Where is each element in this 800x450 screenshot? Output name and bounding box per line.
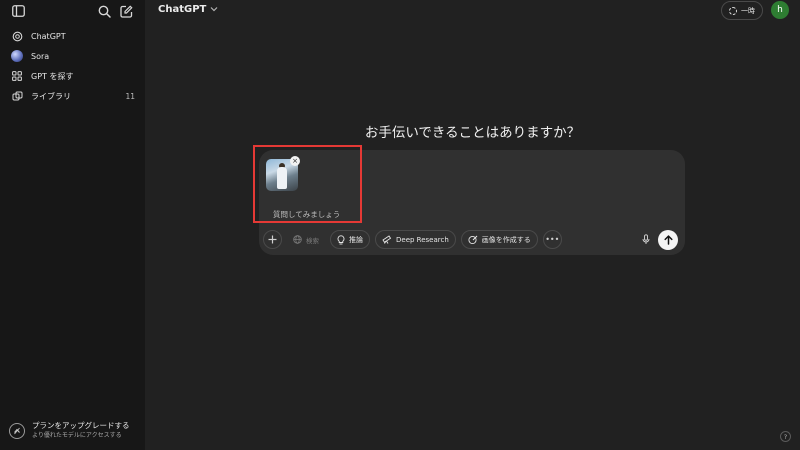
composer-toolbar: 検索 推論 Deep Research 画像を作成する ••• (263, 230, 562, 249)
upgrade-subtitle: より優れたモデルにアクセスする (32, 432, 122, 439)
microphone-icon (642, 234, 649, 244)
new-chat-icon[interactable] (117, 2, 135, 20)
create-image-button[interactable]: 画像を作成する (460, 230, 538, 249)
temporary-chat-icon (729, 6, 737, 15)
search-icon[interactable] (95, 2, 113, 20)
sidebar-top (0, 0, 145, 22)
help-button[interactable]: ? (780, 431, 791, 442)
image-brush-icon (468, 235, 478, 245)
sora-icon (10, 49, 24, 63)
library-icon (10, 89, 24, 103)
sidebar-item-chatgpt[interactable]: ChatGPT (0, 26, 145, 46)
upgrade-plan-button[interactable]: プランをアップグレードする より優れたモデルにアクセスする (9, 421, 130, 440)
more-tools-button[interactable]: ••• (542, 230, 562, 249)
chevron-down-icon (210, 5, 218, 15)
sidebar-item-label: ChatGPT (31, 31, 66, 41)
page-title: お手伝いできることはありますか？ (364, 125, 581, 141)
send-button[interactable] (658, 230, 678, 250)
sidebar-item-library[interactable]: ライブラリ 11 (0, 86, 145, 106)
sidebar-item-sora[interactable]: Sora (0, 46, 145, 66)
temporary-chat-label: 一時 (741, 6, 755, 15)
reason-label: 推論 (349, 235, 363, 244)
deep-research-label: Deep Research (396, 235, 449, 244)
plus-icon (268, 235, 277, 244)
model-name: ChatGPT (158, 4, 207, 15)
model-selector[interactable]: ChatGPT (158, 4, 218, 15)
avatar[interactable]: h (771, 1, 789, 19)
create-image-label: 画像を作成する (481, 235, 531, 244)
search-tool-label: 検索 (306, 236, 319, 245)
globe-icon (293, 235, 302, 244)
reason-button[interactable]: 推論 (330, 230, 370, 249)
sidebar-item-label: ライブラリ (31, 91, 71, 101)
upgrade-text: プランをアップグレードする より優れたモデルにアクセスする (32, 421, 130, 440)
sidebar-toggle-icon[interactable] (9, 2, 27, 20)
sidebar-item-explore-gpts[interactable]: GPT を探す (0, 66, 145, 86)
sidebar-item-label: Sora (31, 51, 50, 61)
composer: × 検索 推論 Deep Research 画像 (259, 150, 685, 255)
prompt-input[interactable] (273, 208, 433, 220)
arrow-up-icon (663, 235, 673, 245)
microphone-button[interactable] (636, 230, 655, 249)
remove-attachment-button[interactable]: × (290, 156, 300, 166)
search-tool-button[interactable]: 検索 (287, 230, 325, 249)
sidebar-item-label: GPT を探す (31, 71, 74, 81)
upgrade-title: プランをアップグレードする (32, 421, 130, 430)
library-count-badge: 11 (125, 91, 135, 101)
deep-research-button[interactable]: Deep Research (375, 230, 456, 249)
temporary-chat-button[interactable]: 一時 (721, 1, 763, 20)
chatgpt-logo-icon (10, 29, 24, 43)
telescope-icon (382, 235, 392, 244)
add-attachment-button[interactable] (263, 230, 282, 249)
grid-icon (10, 69, 24, 83)
sidebar: ChatGPT Sora GPT を探す ライブラリ 11 プランをアップグレー… (0, 0, 145, 450)
upgrade-icon (9, 422, 25, 439)
lightbulb-icon (337, 234, 345, 245)
sidebar-nav: ChatGPT Sora GPT を探す ライブラリ 11 (0, 26, 145, 106)
